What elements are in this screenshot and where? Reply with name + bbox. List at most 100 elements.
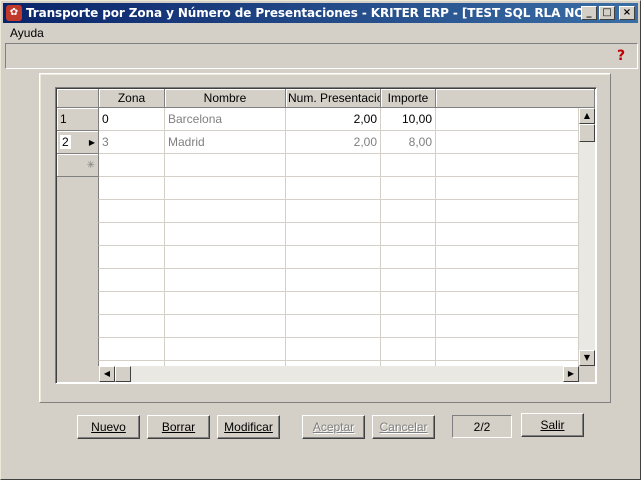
column-header-importe[interactable]: Importe xyxy=(381,89,436,108)
cell-empty xyxy=(381,338,436,361)
cell-empty xyxy=(99,200,165,223)
cell-empty xyxy=(99,269,165,292)
cell-num-presentaciones[interactable]: 2,00 xyxy=(286,131,381,154)
horizontal-scrollbar[interactable]: ◀ ▶ xyxy=(99,366,579,382)
new-row[interactable]: ✳ xyxy=(57,154,579,177)
scroll-up-arrow-icon[interactable]: ▲ xyxy=(579,108,595,124)
cell-nombre[interactable]: Madrid xyxy=(165,131,286,154)
row-indicator xyxy=(57,292,99,315)
cell-num-presentaciones[interactable]: 2,00 xyxy=(286,108,381,131)
cell-empty xyxy=(286,292,381,315)
cell-empty xyxy=(286,246,381,269)
cell-empty xyxy=(436,246,579,269)
grid-header: Zona Nombre Num. Presentaciones Importe xyxy=(57,89,595,108)
row-number: 1 xyxy=(60,112,67,126)
cell-empty xyxy=(286,177,381,200)
cell-empty[interactable] xyxy=(165,154,286,177)
cell-empty xyxy=(165,338,286,361)
main-window: ✿ Transporte por Zona y Número de Presen… xyxy=(0,0,641,480)
cell-empty[interactable] xyxy=(99,154,165,177)
cell-empty xyxy=(436,131,579,154)
help-icon[interactable]: ? xyxy=(614,48,628,64)
empty-row xyxy=(57,200,579,223)
cell-importe[interactable]: 8,00 xyxy=(381,131,436,154)
cell-empty xyxy=(381,315,436,338)
empty-row xyxy=(57,338,579,361)
row-indicator[interactable]: 2 ▶ xyxy=(57,131,99,154)
menu-ayuda[interactable]: Ayuda xyxy=(10,26,44,40)
cell-empty xyxy=(436,200,579,223)
row-indicator xyxy=(57,315,99,338)
cell-zona[interactable]: 0 xyxy=(99,108,165,131)
row-number: 2 xyxy=(60,135,71,149)
vertical-scrollbar[interactable]: ▲ ▼ xyxy=(579,108,595,366)
data-grid[interactable]: Zona Nombre Num. Presentaciones Importe … xyxy=(55,87,597,384)
column-header-zona[interactable]: Zona xyxy=(99,89,165,108)
cell-empty xyxy=(286,223,381,246)
grid-corner-left xyxy=(57,366,99,382)
aceptar-button[interactable]: Aceptar xyxy=(302,415,365,439)
cell-empty xyxy=(165,177,286,200)
cell-empty[interactable] xyxy=(381,154,436,177)
cell-empty xyxy=(165,246,286,269)
cell-empty xyxy=(99,177,165,200)
grid-body: 1 0 Barcelona 2,00 10,00 2 ▶ 3 Madrid 2,… xyxy=(57,108,579,366)
app-icon[interactable]: ✿ xyxy=(6,5,22,21)
toolbar: ? xyxy=(5,43,638,69)
scroll-right-arrow-icon[interactable]: ▶ xyxy=(563,366,579,382)
cell-empty xyxy=(436,154,579,177)
empty-row xyxy=(57,246,579,269)
cell-nombre[interactable]: Barcelona xyxy=(165,108,286,131)
cell-empty xyxy=(436,177,579,200)
row-indicator xyxy=(57,200,99,223)
cell-empty xyxy=(381,223,436,246)
borrar-button[interactable]: Borrar xyxy=(147,415,210,439)
scroll-down-arrow-icon[interactable]: ▼ xyxy=(579,350,595,366)
vertical-scroll-thumb[interactable] xyxy=(579,124,595,142)
current-row-pointer-icon: ▶ xyxy=(88,137,95,147)
salir-button[interactable]: Salir xyxy=(521,413,584,437)
new-row-indicator[interactable]: ✳ xyxy=(57,154,99,177)
cell-empty xyxy=(165,315,286,338)
minimize-button[interactable]: _ xyxy=(581,6,597,20)
cell-empty xyxy=(99,223,165,246)
scroll-left-arrow-icon[interactable]: ◀ xyxy=(99,366,115,382)
scrollbar-corner xyxy=(579,366,595,382)
cell-empty xyxy=(286,200,381,223)
close-button[interactable]: × xyxy=(619,6,635,20)
new-row-asterisk-icon: ✳ xyxy=(86,159,95,171)
cell-empty xyxy=(381,292,436,315)
window-title: Transporte por Zona y Número de Presenta… xyxy=(26,6,581,20)
cell-empty xyxy=(381,177,436,200)
cell-zona[interactable]: 3 xyxy=(99,131,165,154)
cell-empty xyxy=(99,315,165,338)
cancelar-button[interactable]: Cancelar xyxy=(372,415,435,439)
nuevo-button[interactable]: Nuevo xyxy=(77,415,140,439)
cell-empty xyxy=(436,315,579,338)
row-indicator[interactable]: 1 xyxy=(57,108,99,131)
header-indicator xyxy=(57,89,99,108)
empty-row xyxy=(57,315,579,338)
cell-empty xyxy=(381,200,436,223)
row-indicator xyxy=(57,338,99,361)
column-header-num-presentaciones[interactable]: Num. Presentaciones xyxy=(286,89,381,108)
cell-empty xyxy=(436,338,579,361)
column-header-empty xyxy=(436,89,595,108)
cell-empty xyxy=(165,223,286,246)
column-header-nombre[interactable]: Nombre xyxy=(165,89,286,108)
cell-empty xyxy=(436,269,579,292)
modificar-button[interactable]: Modificar xyxy=(217,415,280,439)
row-indicator xyxy=(57,246,99,269)
table-row[interactable]: 1 0 Barcelona 2,00 10,00 xyxy=(57,108,579,131)
cell-empty xyxy=(165,200,286,223)
cell-empty xyxy=(286,269,381,292)
table-row[interactable]: 2 ▶ 3 Madrid 2,00 8,00 xyxy=(57,131,579,154)
horizontal-scroll-thumb[interactable] xyxy=(115,366,131,382)
maximize-button[interactable]: □ xyxy=(599,6,615,20)
cell-empty xyxy=(286,338,381,361)
cell-empty xyxy=(381,246,436,269)
title-bar[interactable]: ✿ Transporte por Zona y Número de Presen… xyxy=(3,3,638,23)
cell-importe[interactable]: 10,00 xyxy=(381,108,436,131)
cell-empty[interactable] xyxy=(286,154,381,177)
row-indicator xyxy=(57,269,99,292)
